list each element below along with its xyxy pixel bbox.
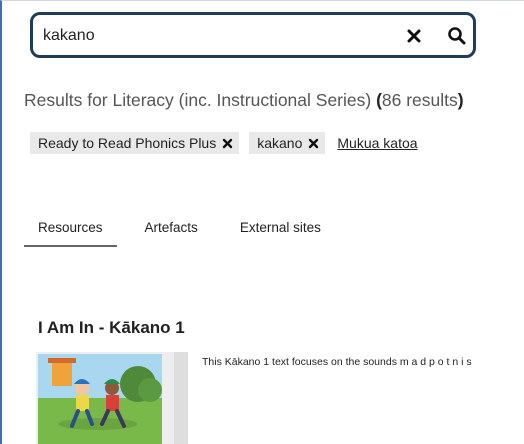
tab-external-sites[interactable]: External sites	[226, 216, 335, 247]
tab-artefacts[interactable]: Artefacts	[131, 216, 212, 247]
result-description: This Kākano 1 text focuses on the sounds…	[202, 356, 472, 368]
results-count: 86 results	[381, 90, 458, 110]
close-icon	[223, 138, 233, 148]
search-input[interactable]	[43, 24, 383, 48]
tab-resources[interactable]: Resources	[24, 216, 117, 247]
filter-chip-phonics-plus[interactable]: Ready to Read Phonics Plus	[30, 132, 240, 154]
search-button[interactable]	[445, 24, 469, 48]
result-tabs: Resources Artefacts External sites	[24, 216, 349, 247]
results-prefix: Results for Literacy (inc. Instructional…	[24, 90, 377, 110]
close-icon	[407, 29, 421, 43]
results-close-paren: )	[457, 90, 464, 110]
thumbnail-side-panel	[174, 352, 188, 444]
active-filters: Ready to Read Phonics Plus kakano Mukua …	[30, 132, 418, 154]
result-title[interactable]: I Am In - Kākano 1	[38, 318, 185, 338]
filter-chip-label: kakano	[257, 135, 303, 151]
clear-all-filters-link[interactable]: Mukua katoa	[337, 135, 417, 151]
filter-chip-kakano[interactable]: kakano	[249, 132, 326, 154]
close-icon	[309, 138, 319, 148]
filter-chip-label: Ready to Read Phonics Plus	[38, 135, 217, 151]
result-thumbnail[interactable]	[38, 354, 162, 444]
search-icon	[448, 27, 466, 45]
clear-search-button[interactable]	[403, 25, 425, 47]
search-bar	[30, 12, 476, 58]
results-heading: Results for Literacy (inc. Instructional…	[24, 90, 464, 111]
